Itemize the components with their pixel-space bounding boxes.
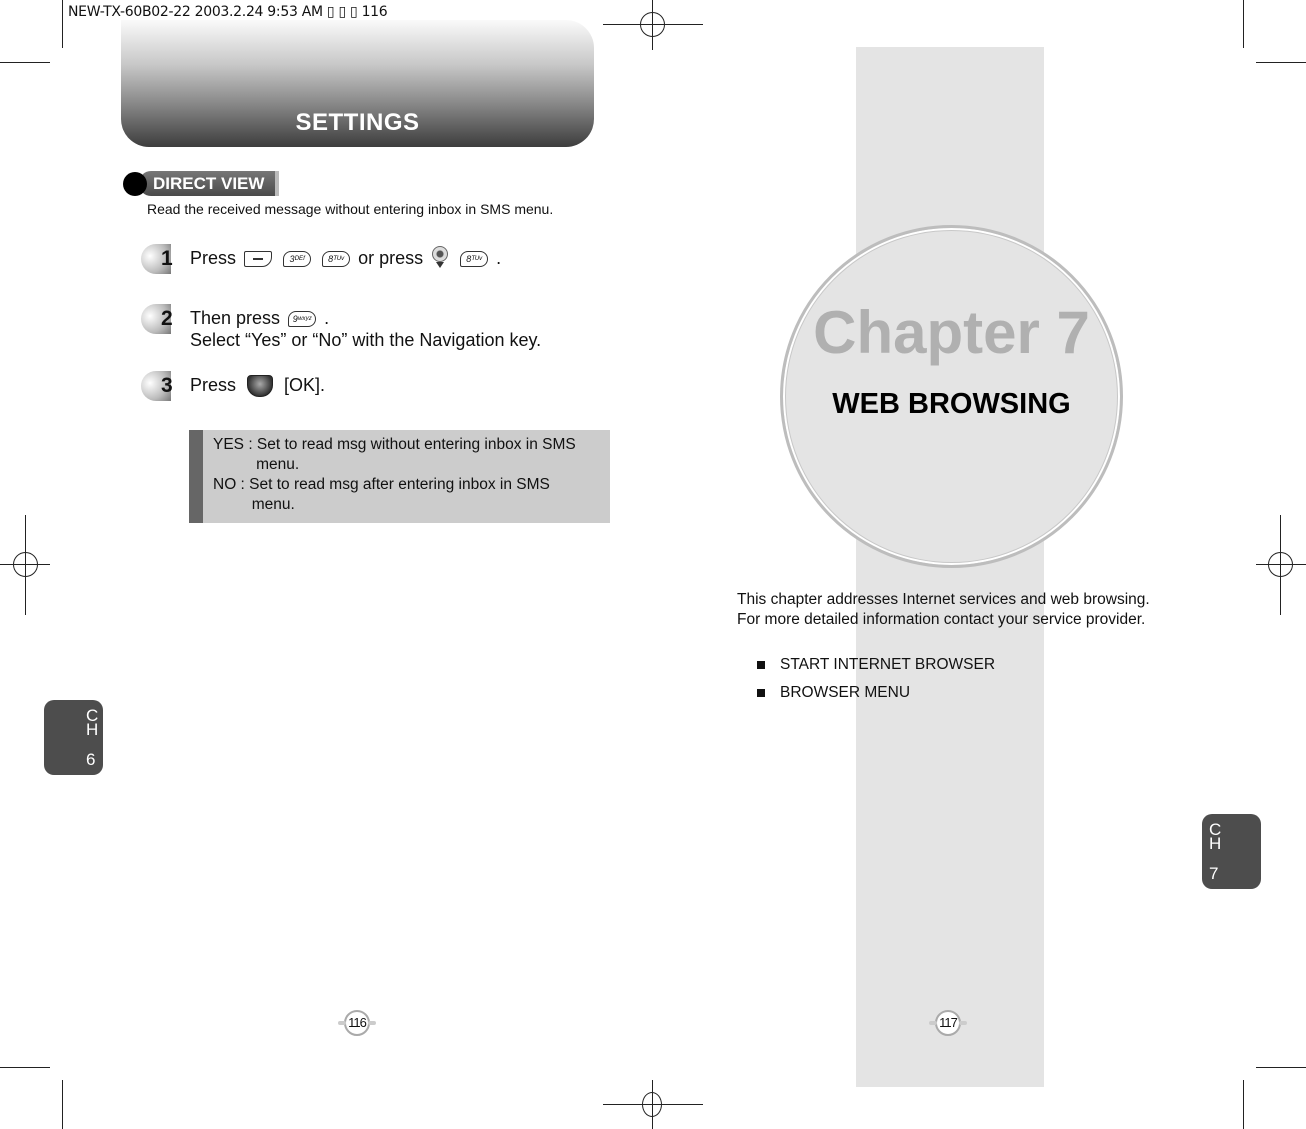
chapter-contents-list: START INTERNET BROWSER BROWSER MENU: [757, 656, 995, 712]
registration-circle: [642, 1092, 662, 1117]
square-bullet-icon: [757, 661, 765, 669]
intro-line: For more detailed information contact yo…: [737, 611, 1146, 628]
down-arrow-icon: [436, 262, 445, 268]
key-3-icon: 3ᴰᴱᶠ: [283, 251, 312, 267]
key-8-icon: 8ᵀᵁᵛ: [322, 251, 351, 267]
crop-mark: [62, 1080, 63, 1129]
step-2-prefix: Then press: [190, 308, 281, 328]
crop-mark: [0, 1067, 50, 1068]
chapter-label: Chapter 7: [813, 299, 1090, 366]
crop-mark: [62, 0, 63, 48]
chapter-title: WEB BROWSING: [832, 388, 1071, 420]
step-badge: 2: [141, 304, 175, 336]
step-number: 2: [161, 307, 173, 330]
list-item-label: BROWSER MENU: [780, 684, 911, 701]
list-item-label: START INTERNET BROWSER: [780, 656, 996, 673]
page-number-right: 117: [929, 1010, 967, 1036]
step-3-text: Press [OK].: [190, 374, 326, 398]
section-description: Read the received message without enteri…: [147, 201, 554, 217]
chapter-tab-7[interactable]: C H 7: [1202, 814, 1261, 889]
crop-mark: [1256, 1067, 1306, 1068]
square-bullet-icon: [757, 689, 765, 697]
step-2-line2: Select “Yes” or “No” with the Navigation…: [190, 330, 542, 350]
page-title: SETTINGS: [295, 109, 420, 136]
ok-key-icon: [247, 375, 274, 398]
list-item[interactable]: BROWSER MENU: [757, 684, 995, 712]
step-1-prefix: Press: [190, 247, 237, 268]
chapter-tab-h: H: [1209, 834, 1222, 853]
list-item[interactable]: START INTERNET BROWSER: [757, 656, 995, 684]
step-1-text: Press 3ᴰᴱᶠ 8ᵀᵁᵛ or press 8ᵀᵁᵛ .: [190, 246, 501, 272]
chapter-tab-num: 6: [86, 750, 96, 769]
key-8-icon: 8ᵀᵁᵛ: [460, 251, 489, 267]
note-box: YES : Set to read msg without entering i…: [189, 430, 610, 523]
crop-mark: [1256, 62, 1306, 63]
note-text: YES : Set to read msg without entering i…: [213, 436, 576, 513]
chapter-tab-num: 7: [1209, 864, 1219, 883]
step-2-line1: Then press 9ʷˣʸᶻ .: [190, 307, 541, 329]
chapter-circle: Chapter 7 WEB BROWSING: [780, 225, 1123, 568]
intro-line: This chapter addresses Internet services…: [737, 591, 1150, 608]
print-slug: NEW-TX-60B02-22 2003.2.24 9:53 AM ▯ ▯ ▯ …: [68, 4, 392, 20]
page-number-left: 116: [338, 1010, 376, 1036]
step-number: 1: [161, 247, 173, 270]
step-number: 3: [161, 374, 173, 397]
step-3-prefix: Press: [190, 375, 237, 395]
crop-mark: [1243, 1080, 1244, 1129]
chapter-intro: This chapter addresses Internet services…: [737, 590, 1150, 630]
key-9-icon: 9ʷˣʸᶻ: [288, 311, 317, 328]
note-bar: [189, 430, 203, 523]
registration-circle: [640, 12, 665, 37]
left-softkey-icon: [244, 251, 273, 267]
chapter-tab-6[interactable]: C H 6: [44, 700, 103, 775]
header-banner: SETTINGS: [121, 20, 594, 147]
step-badge: 1: [141, 244, 175, 276]
crop-mark: [1243, 0, 1244, 48]
nav-ring: [432, 246, 449, 262]
registration-circle: [1268, 552, 1293, 577]
section-title: DIRECT VIEW: [153, 174, 265, 193]
chapter-tab-h: H: [86, 720, 99, 739]
step-3-suffix: [OK].: [284, 375, 326, 395]
registration-circle: [13, 552, 38, 577]
step-2-text: Then press 9ʷˣʸᶻ . Select “Yes” or “No” …: [190, 307, 541, 351]
step-1-middle: or press: [358, 247, 424, 268]
step-badge: 3: [141, 371, 175, 403]
bullet-dot-icon: [123, 172, 147, 196]
step-2-suffix: .: [324, 308, 330, 328]
nav-down-key-icon: [431, 246, 449, 272]
step-1-suffix: .: [496, 247, 502, 268]
crop-mark: [0, 62, 50, 63]
